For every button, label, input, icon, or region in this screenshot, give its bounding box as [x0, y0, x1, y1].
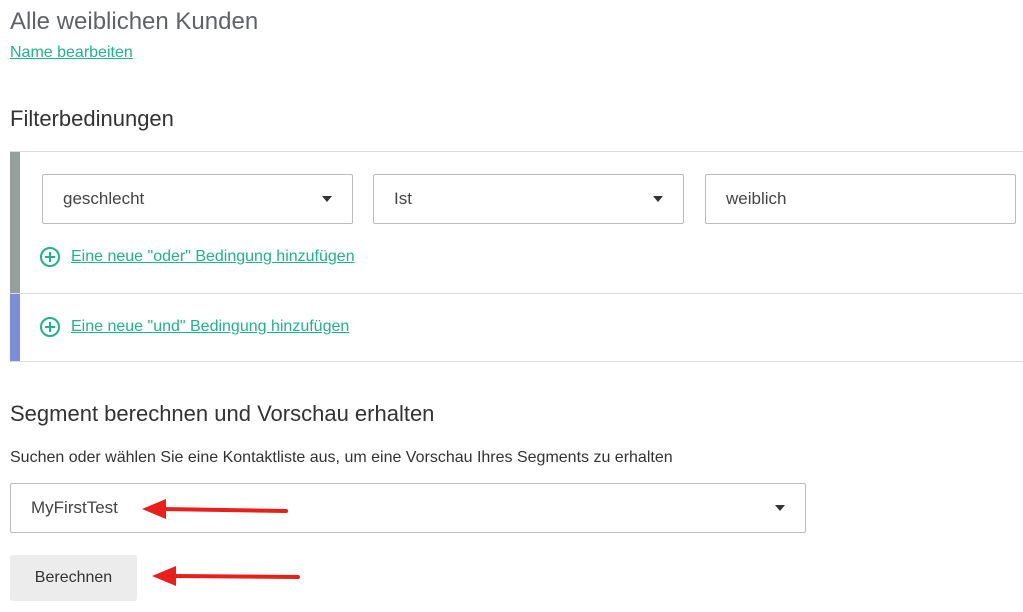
filter-conditions-panel: geschlecht Ist weiblich Eine neue "oder"… [10, 151, 1023, 362]
add-or-condition-label: Eine neue "oder" Bedingung hinzufügen [71, 248, 355, 265]
red-arrow-annotation [142, 499, 288, 519]
and-group-bar [10, 294, 20, 361]
operator-select[interactable]: Ist [373, 174, 684, 224]
contact-list-select[interactable]: MyFirstTest [10, 483, 806, 533]
add-and-condition-button[interactable]: Eine neue "und" Bedingung hinzufügen [40, 317, 349, 337]
plus-circle-icon [40, 247, 60, 267]
chevron-down-icon [775, 505, 785, 511]
calculate-button[interactable]: Berechnen [10, 555, 137, 601]
value-input-text: weiblich [726, 189, 787, 208]
add-and-condition-label: Eine neue "und" Bedingung hinzufügen [71, 318, 350, 335]
field-select[interactable]: geschlecht [42, 174, 353, 224]
red-arrow-annotation [152, 566, 300, 586]
contact-list-select-value: MyFirstTest [31, 498, 118, 517]
chevron-down-icon [322, 196, 332, 202]
preview-description: Suchen oder wählen Sie eine Kontaktliste… [10, 449, 673, 466]
or-group-bar [10, 152, 20, 293]
segment-title: Alle weiblichen Kunden [10, 8, 259, 35]
and-condition-group: Eine neue "und" Bedingung hinzufügen [10, 293, 1023, 362]
or-condition-group: geschlecht Ist weiblich Eine neue "oder"… [10, 151, 1023, 293]
preview-heading: Segment berechnen und Vorschau erhalten [10, 401, 435, 426]
chevron-down-icon [653, 196, 663, 202]
add-or-condition-button[interactable]: Eine neue "oder" Bedingung hinzufügen [40, 247, 355, 267]
plus-circle-icon [40, 317, 60, 337]
filter-conditions-heading: Filterbedinungen [10, 106, 174, 131]
value-input[interactable]: weiblich [705, 174, 1016, 224]
operator-select-value: Ist [394, 189, 412, 208]
edit-name-link[interactable]: Name bearbeiten [10, 44, 133, 62]
field-select-value: geschlecht [63, 189, 145, 208]
